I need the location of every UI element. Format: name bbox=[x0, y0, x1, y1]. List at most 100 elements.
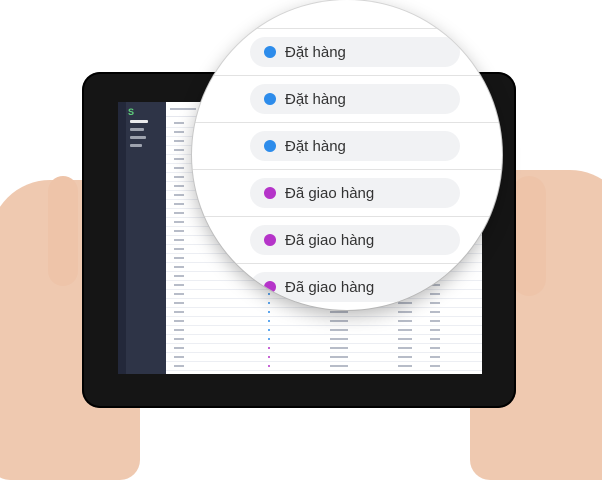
table-cell bbox=[174, 194, 184, 196]
table-row[interactable] bbox=[166, 361, 482, 362]
status-badge[interactable]: Đã giao hàng bbox=[250, 272, 460, 302]
top-bar-text bbox=[170, 108, 196, 110]
sidebar-item[interactable] bbox=[130, 144, 142, 147]
table-cell bbox=[174, 212, 184, 214]
table-cell bbox=[398, 302, 412, 304]
table-cell bbox=[430, 320, 440, 322]
table-row[interactable] bbox=[166, 316, 482, 317]
table-cell bbox=[330, 329, 348, 331]
table-cell bbox=[330, 311, 348, 313]
table-cell bbox=[398, 347, 412, 349]
table-cell bbox=[174, 158, 184, 160]
table-cell bbox=[398, 329, 412, 331]
status-badge[interactable]: Đã giao hàng bbox=[250, 178, 460, 208]
table-cell bbox=[430, 338, 440, 340]
table-cell bbox=[174, 275, 184, 277]
status-dot-icon bbox=[268, 338, 270, 340]
table-row[interactable] bbox=[166, 370, 482, 371]
status-dot-icon bbox=[264, 93, 276, 105]
table-cell bbox=[174, 131, 184, 133]
table-cell bbox=[398, 338, 412, 340]
table-cell bbox=[174, 140, 184, 142]
row-divider bbox=[192, 28, 502, 29]
table-cell bbox=[174, 320, 184, 322]
status-label: Đã giao hàng bbox=[285, 184, 375, 202]
status-dot-icon bbox=[268, 356, 270, 358]
table-cell bbox=[398, 311, 412, 313]
table-cell bbox=[430, 302, 440, 304]
row-divider bbox=[192, 263, 502, 264]
sidebar-item[interactable] bbox=[130, 136, 146, 139]
status-badge[interactable]: Đã giao hàng bbox=[250, 225, 460, 255]
table-cell bbox=[330, 347, 348, 349]
table-row[interactable] bbox=[166, 352, 482, 353]
table-cell bbox=[330, 365, 348, 367]
table-cell bbox=[174, 266, 184, 268]
sidebar: S bbox=[126, 102, 166, 374]
status-dot-icon bbox=[264, 46, 276, 58]
row-divider bbox=[192, 216, 502, 217]
table-row[interactable] bbox=[166, 325, 482, 326]
status-dot-icon bbox=[264, 234, 276, 246]
table-cell bbox=[174, 167, 184, 169]
status-dot-icon bbox=[268, 320, 270, 322]
sidebar-item[interactable] bbox=[130, 128, 144, 131]
s-logo-icon: S bbox=[128, 107, 135, 117]
table-cell bbox=[174, 356, 184, 358]
table-cell bbox=[174, 302, 184, 304]
status-badge[interactable]: Đặt hàng bbox=[250, 37, 460, 67]
table-cell bbox=[174, 203, 184, 205]
table-cell bbox=[430, 365, 440, 367]
table-cell bbox=[330, 338, 348, 340]
status-badge[interactable]: Đặt hàng bbox=[250, 84, 460, 114]
table-cell bbox=[174, 122, 184, 124]
table-cell bbox=[174, 185, 184, 187]
status-dot-icon bbox=[268, 365, 270, 367]
table-cell bbox=[398, 320, 412, 322]
table-cell bbox=[174, 329, 184, 331]
row-divider bbox=[192, 75, 502, 76]
status-dot-icon bbox=[268, 302, 270, 304]
status-label: Đặt hàng bbox=[285, 137, 346, 155]
table-row[interactable] bbox=[166, 334, 482, 335]
status-label: Đã giao hàng bbox=[285, 231, 375, 249]
table-cell bbox=[330, 356, 348, 358]
table-cell bbox=[398, 365, 412, 367]
right-thumb bbox=[512, 176, 546, 296]
table-cell bbox=[174, 230, 184, 232]
table-cell bbox=[430, 347, 440, 349]
table-cell bbox=[430, 329, 440, 331]
table-cell bbox=[174, 311, 184, 313]
table-cell bbox=[174, 293, 184, 295]
sidebar-item-active[interactable] bbox=[130, 120, 148, 123]
table-cell bbox=[174, 221, 184, 223]
table-cell bbox=[174, 365, 184, 367]
status-dot-icon bbox=[264, 140, 276, 152]
status-badge[interactable]: Đặt hàng bbox=[250, 131, 460, 161]
table-cell bbox=[174, 248, 184, 250]
table-cell bbox=[174, 149, 184, 151]
status-label: Đặt hàng bbox=[285, 90, 346, 108]
zoom-magnifier: Đặt hàng Đặt hàng Đặt hàng Đã giao hàng … bbox=[192, 0, 502, 310]
row-divider bbox=[192, 122, 502, 123]
table-cell bbox=[174, 176, 184, 178]
row-divider bbox=[192, 169, 502, 170]
status-dot-icon bbox=[268, 329, 270, 331]
table-cell bbox=[174, 347, 184, 349]
table-cell bbox=[174, 257, 184, 259]
table-cell bbox=[174, 239, 184, 241]
left-thumb bbox=[48, 176, 78, 286]
icon-rail bbox=[118, 102, 126, 374]
table-row[interactable] bbox=[166, 343, 482, 344]
table-cell bbox=[174, 338, 184, 340]
table-cell bbox=[174, 284, 184, 286]
status-dot-icon bbox=[264, 281, 276, 293]
table-cell bbox=[430, 311, 440, 313]
status-dot-icon bbox=[264, 187, 276, 199]
table-cell bbox=[398, 356, 412, 358]
status-dot-icon bbox=[268, 311, 270, 313]
table-cell bbox=[330, 320, 348, 322]
status-label: Đặt hàng bbox=[285, 43, 346, 61]
status-dot-icon bbox=[268, 347, 270, 349]
table-cell bbox=[430, 356, 440, 358]
